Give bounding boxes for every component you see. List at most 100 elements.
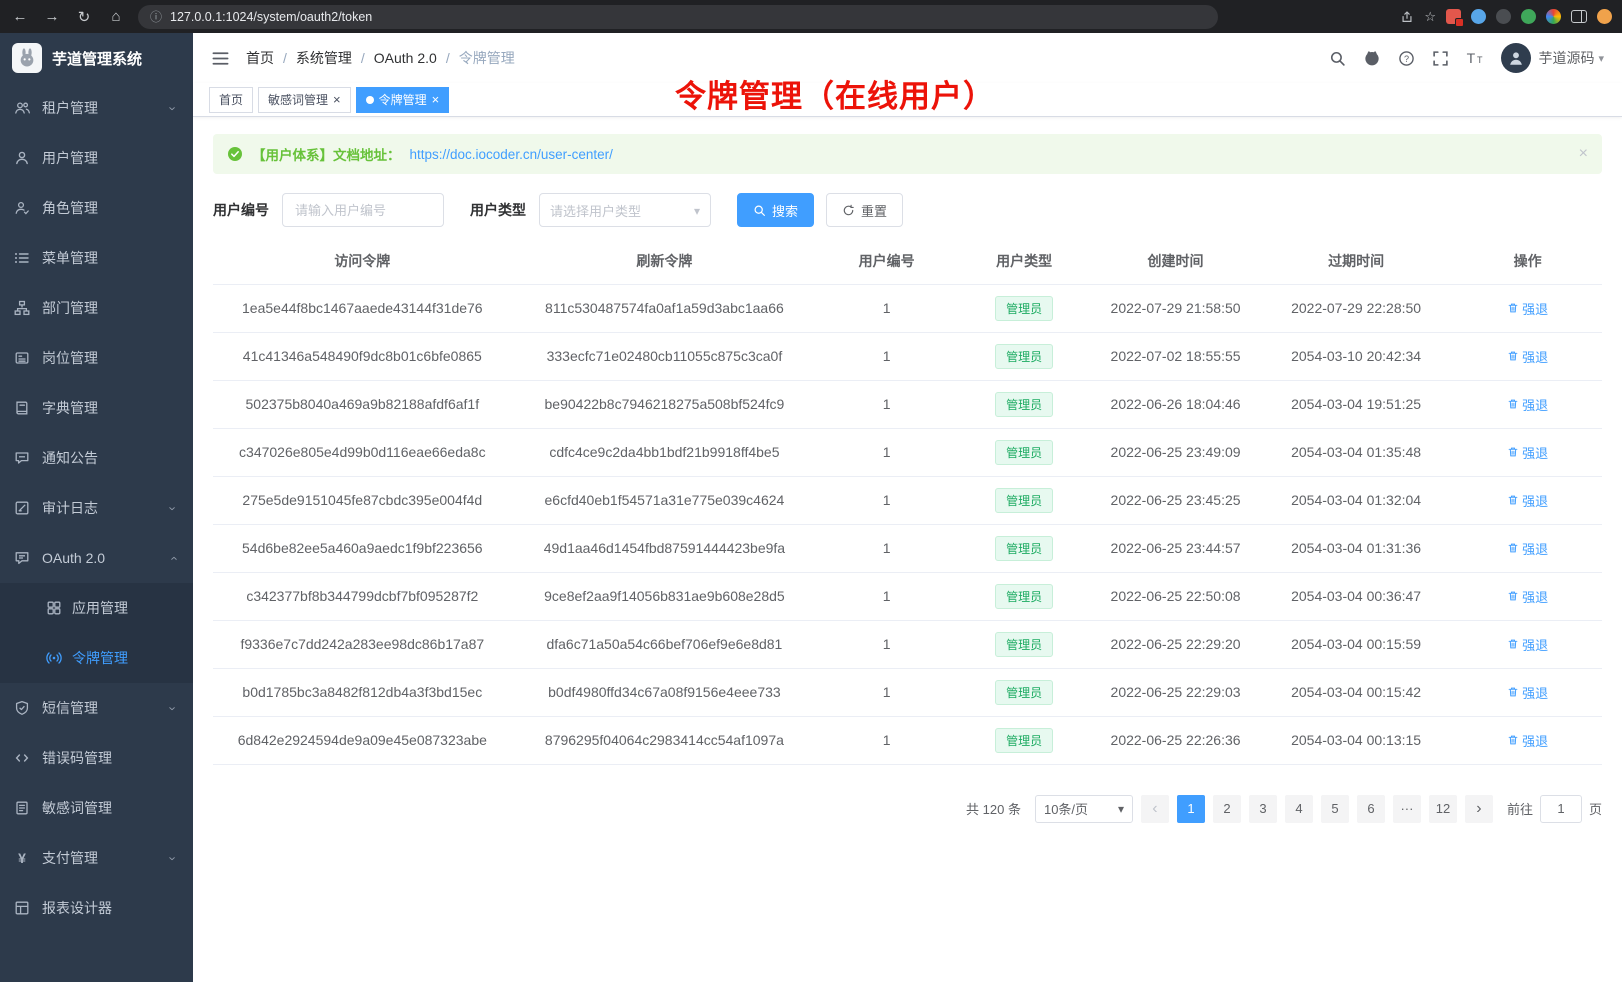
site-info-icon[interactable]: ⓘ <box>150 8 162 25</box>
doc-link[interactable]: https://doc.iocoder.cn/user-center/ <box>410 147 613 162</box>
close-icon[interactable] <box>432 93 440 107</box>
search-button[interactable]: 搜索 <box>737 193 814 227</box>
tab-label: 令牌管理 <box>379 91 427 108</box>
search-icon[interactable] <box>1329 50 1346 67</box>
force-logout-button[interactable]: 强退 <box>1507 539 1548 558</box>
sidebar-item-token[interactable]: 令牌管理 <box>0 633 193 683</box>
page-button-6[interactable]: 6 <box>1357 795 1385 823</box>
more-pages-button[interactable]: ··· <box>1393 795 1421 823</box>
trash-icon <box>1507 398 1519 410</box>
chevron-down-icon <box>167 701 179 716</box>
page-button-4[interactable]: 4 <box>1285 795 1313 823</box>
tab-label: 敏感词管理 <box>268 91 328 108</box>
sidebar-item-label: 菜单管理 <box>42 248 98 268</box>
user-type-badge: 管理员 <box>995 632 1053 657</box>
page-size-select[interactable]: 10条/页 <box>1035 795 1133 823</box>
github-icon[interactable] <box>1363 49 1381 67</box>
close-icon[interactable] <box>333 93 341 107</box>
browser-back-icon[interactable]: ← <box>10 8 30 25</box>
table-row: 1ea5e44f8bc1467aaede43144f31de76811c5304… <box>213 284 1602 332</box>
prev-page-button[interactable] <box>1141 795 1169 823</box>
browser-home-icon[interactable]: ⌂ <box>106 8 126 25</box>
role-icon <box>14 200 30 216</box>
sidebar-toggle-icon[interactable] <box>1571 10 1587 23</box>
extension-red-icon[interactable] <box>1446 9 1461 24</box>
help-icon[interactable] <box>1398 50 1415 67</box>
sidebar-item-error-code[interactable]: 错误码管理 <box>0 733 193 783</box>
force-logout-button[interactable]: 强退 <box>1507 491 1548 510</box>
address-bar[interactable]: ⓘ 127.0.0.1:1024/system/oauth2/token <box>138 5 1218 29</box>
page-button-12[interactable]: 12 <box>1429 795 1457 823</box>
refresh-token: 8796295f04064c2983414cc54af1097a <box>512 716 818 764</box>
goto-page-input[interactable] <box>1540 795 1582 823</box>
page-button-1[interactable]: 1 <box>1177 795 1205 823</box>
sidebar-item-menu[interactable]: 菜单管理 <box>0 233 193 283</box>
font-size-icon[interactable] <box>1466 49 1484 67</box>
sidebar-item-notice[interactable]: 通知公告 <box>0 433 193 483</box>
browser-profile-avatar[interactable] <box>1597 9 1612 24</box>
sidebar-item-user[interactable]: 用户管理 <box>0 133 193 183</box>
col-actions: 操作 <box>1453 239 1602 284</box>
user-menu[interactable]: 芋道源码 <box>1501 43 1604 73</box>
share-icon[interactable] <box>1400 10 1414 24</box>
access-token: 502375b8040a469a9b82188afdf6af1f <box>213 380 512 428</box>
fullscreen-icon[interactable] <box>1432 50 1449 67</box>
sidebar-item-pay[interactable]: ¥支付管理 <box>0 833 193 883</box>
sidebar-item-dept[interactable]: 部门管理 <box>0 283 193 333</box>
breadcrumb-home[interactable]: 首页 <box>246 48 274 68</box>
user-type-select[interactable]: 请选择用户类型 <box>539 193 711 227</box>
sidebar-item-oauth-app[interactable]: 应用管理 <box>0 583 193 633</box>
force-logout-button[interactable]: 强退 <box>1507 299 1548 318</box>
page-button-5[interactable]: 5 <box>1321 795 1349 823</box>
sidebar-item-tenant[interactable]: 租户管理 <box>0 83 193 133</box>
chevron-up-icon <box>167 551 179 566</box>
sidebar-item-label: 短信管理 <box>42 698 98 718</box>
next-page-button[interactable] <box>1465 795 1493 823</box>
force-logout-button[interactable]: 强退 <box>1507 587 1548 606</box>
bookmark-star-icon[interactable]: ☆ <box>1424 9 1436 25</box>
force-logout-button[interactable]: 强退 <box>1507 395 1548 414</box>
extensions-puzzle-icon[interactable] <box>1546 9 1561 24</box>
breadcrumb-system[interactable]: 系统管理 <box>283 48 352 68</box>
extension-blue-icon[interactable] <box>1471 9 1486 24</box>
table-row: 54d6be82ee5a460a9aedc1f9bf22365649d1aa46… <box>213 524 1602 572</box>
expire-time: 2022-07-29 22:28:50 <box>1259 284 1453 332</box>
tab-token[interactable]: 令牌管理 <box>356 87 450 113</box>
user-icon <box>14 150 30 166</box>
trash-icon <box>1507 590 1519 602</box>
table-row: 41c41346a548490f9dc8b01c6bfe0865333ecfc7… <box>213 332 1602 380</box>
alert-close-icon[interactable] <box>1579 145 1588 163</box>
sidebar-item-sms[interactable]: 短信管理 <box>0 683 193 733</box>
sidebar-item-audit-log[interactable]: 审计日志 <box>0 483 193 533</box>
success-check-icon <box>227 146 243 162</box>
tab-home[interactable]: 首页 <box>209 87 253 113</box>
force-logout-button[interactable]: 强退 <box>1507 443 1548 462</box>
extension-green-icon[interactable] <box>1521 9 1536 24</box>
page-button-3[interactable]: 3 <box>1249 795 1277 823</box>
force-logout-button[interactable]: 强退 <box>1507 347 1548 366</box>
breadcrumb-oauth[interactable]: OAuth 2.0 <box>361 50 437 66</box>
user-id-input[interactable] <box>282 193 444 227</box>
sidebar-item-report-designer[interactable]: 报表设计器 <box>0 883 193 933</box>
app-logo[interactable]: 芋道管理系统 <box>0 33 193 83</box>
browser-forward-icon[interactable]: → <box>42 8 62 25</box>
sidebar-item-oauth[interactable]: OAuth 2.0 <box>0 533 193 583</box>
force-logout-button[interactable]: 强退 <box>1507 635 1548 654</box>
sidebar-item-dict[interactable]: 字典管理 <box>0 383 193 433</box>
sidebar-item-label: 部门管理 <box>42 298 98 318</box>
force-logout-button[interactable]: 强退 <box>1507 731 1548 750</box>
tab-sensitive-word[interactable]: 敏感词管理 <box>258 87 351 113</box>
browser-reload-icon[interactable]: ↻ <box>74 8 94 26</box>
sidebar-item-label: 审计日志 <box>42 498 98 518</box>
page-button-2[interactable]: 2 <box>1213 795 1241 823</box>
hamburger-icon[interactable] <box>211 49 230 68</box>
access-token: c347026e805e4d99b0d116eae66eda8c <box>213 428 512 476</box>
sidebar-item-sensitive-word[interactable]: 敏感词管理 <box>0 783 193 833</box>
reset-button[interactable]: 重置 <box>826 193 903 227</box>
sidebar-item-post[interactable]: 岗位管理 <box>0 333 193 383</box>
sidebar-item-role[interactable]: 角色管理 <box>0 183 193 233</box>
force-logout-button[interactable]: 强退 <box>1507 683 1548 702</box>
extension-dark-icon[interactable] <box>1496 9 1511 24</box>
main-area: 令牌管理（在线用户） 首页 系统管理 OAuth 2.0 令牌管理 <box>193 33 1622 982</box>
pay-icon: ¥ <box>14 850 30 866</box>
